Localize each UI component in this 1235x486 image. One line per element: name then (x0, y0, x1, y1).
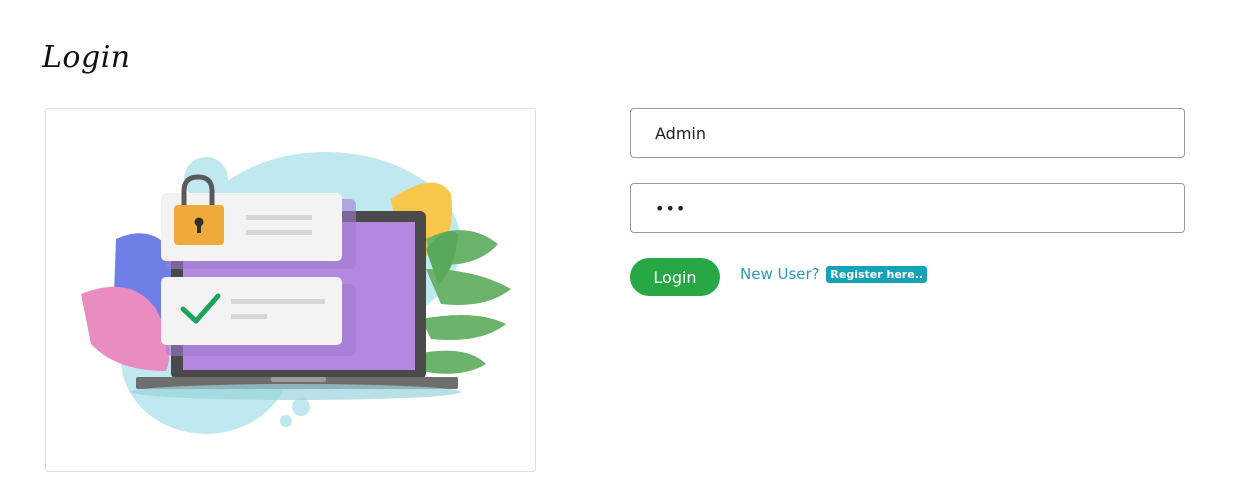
register-link[interactable]: Register here.. (826, 266, 928, 283)
password-field[interactable] (630, 183, 1185, 233)
username-field[interactable] (630, 108, 1185, 158)
login-button[interactable]: Login (630, 258, 720, 296)
checkmark-card (161, 277, 356, 356)
login-illustration (45, 108, 536, 472)
page-title: Login (42, 40, 131, 75)
new-user-text: New User? (740, 265, 820, 283)
register-prompt: New User? Register here.. (740, 265, 928, 283)
